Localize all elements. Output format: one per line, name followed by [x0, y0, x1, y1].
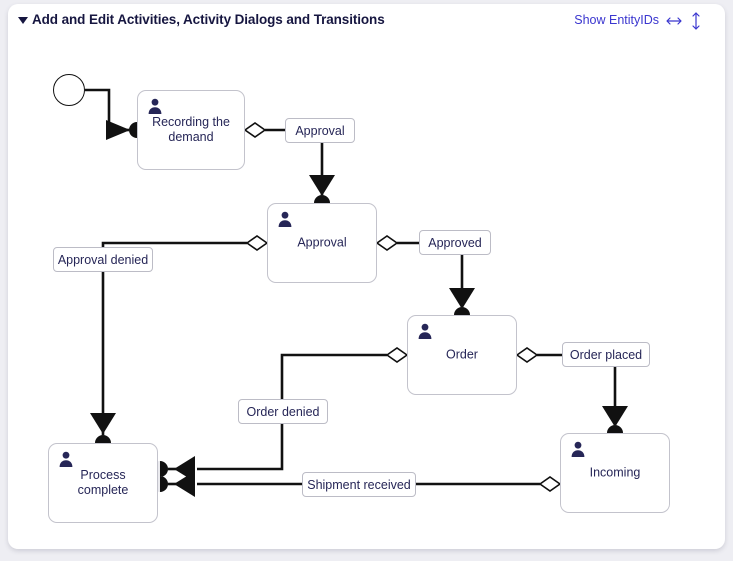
activity-node-order[interactable]: Order — [407, 315, 517, 395]
activity-editor-panel: Add and Edit Activities, Activity Dialog… — [8, 4, 725, 549]
panel-header: Add and Edit Activities, Activity Dialog… — [8, 4, 725, 44]
transition-label-approval-denied[interactable]: Approval denied — [53, 247, 153, 272]
activity-node-recording[interactable]: Recording the demand — [137, 90, 245, 170]
transition-label-order-denied[interactable]: Order denied — [238, 399, 328, 424]
activity-label: Recording the demand — [152, 115, 230, 144]
person-icon — [571, 441, 585, 457]
person-icon — [59, 451, 73, 467]
diagram-canvas[interactable]: Recording the demand Approval Order Proc… — [8, 44, 725, 549]
edge-recording-to-approval-label — [243, 122, 285, 138]
activity-label: Approval — [297, 235, 347, 250]
transition-label-order-placed[interactable]: Order placed — [562, 342, 650, 367]
edge-approval-to-approved-label — [375, 235, 419, 251]
activity-label: Order — [446, 347, 478, 362]
start-node[interactable] — [53, 74, 85, 106]
transition-label-approved[interactable]: Approved — [419, 230, 491, 255]
vertical-resize-icon[interactable] — [689, 10, 703, 32]
edge-order-to-order-placed-label — [515, 347, 562, 363]
edge-approval-label-to-approval — [309, 143, 335, 211]
transition-label-approval[interactable]: Approval — [285, 118, 355, 143]
person-icon — [418, 323, 432, 339]
edge-start-to-recording — [85, 88, 145, 140]
transition-label-shipment-received[interactable]: Shipment received — [302, 472, 416, 497]
edge-approved-label-to-order — [449, 255, 475, 323]
page-title: Add and Edit Activities, Activity Dialog… — [32, 12, 385, 27]
activity-node-approval[interactable]: Approval — [267, 203, 377, 283]
activity-label: Incoming — [589, 465, 641, 480]
person-icon — [148, 98, 162, 114]
edge-order-placed-to-incoming — [602, 367, 628, 441]
person-icon — [278, 211, 292, 227]
activity-node-incoming[interactable]: Incoming — [560, 433, 670, 513]
screen: Add and Edit Activities, Activity Dialog… — [0, 0, 733, 561]
caret-down-icon[interactable] — [18, 17, 28, 24]
activity-label: Process complete — [77, 468, 129, 497]
horizontal-resize-icon[interactable] — [665, 12, 683, 30]
activity-node-process-complete[interactable]: Process complete — [48, 443, 158, 523]
show-entity-ids-link[interactable]: Show EntityIDs — [574, 13, 659, 27]
